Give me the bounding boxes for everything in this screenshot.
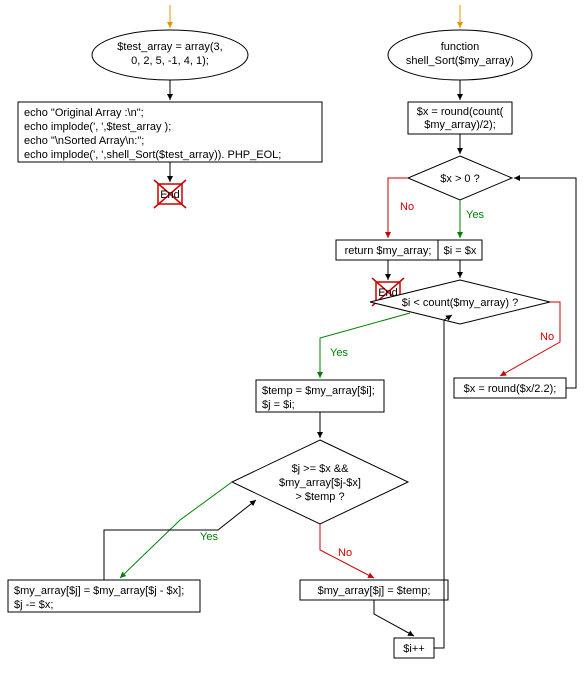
tempinit-text-1: $temp = $my_array[$i];	[262, 385, 375, 397]
cond-j-text-3: > $temp ?	[295, 491, 344, 503]
cond-j-text-2: $my_array[$j-$x]	[279, 477, 361, 489]
tempinit-text-2: $j = $i;	[262, 399, 295, 411]
flowchart-canvas: $test_array = array(3, 0, 2, 5, -1, 4, 1…	[0, 0, 586, 692]
label-i-yes: Yes	[330, 347, 348, 359]
label-j-yes: Yes	[200, 531, 218, 543]
start-text-left-2: 0, 2, 5, -1, 4, 1);	[131, 55, 209, 67]
func-text-2: shell_Sort($my_array)	[406, 55, 514, 67]
label-j-no: No	[338, 547, 352, 559]
arrow-assign-incr	[374, 600, 414, 636]
code-line-1: echo "Original Array :\n";	[24, 107, 144, 119]
cond-j-text-1: $j >= $x &&	[292, 463, 350, 475]
label-x-no: No	[400, 201, 414, 213]
label-i-no: No	[540, 331, 554, 343]
code-line-4: echo implode(', ',shell_Sort($test_array…	[24, 149, 281, 161]
swap-text-1: $my_array[$j] = $my_array[$j - $x];	[14, 585, 184, 597]
label-x-yes: Yes	[466, 209, 484, 221]
assign-temp-text: $my_array[$j] = $temp;	[318, 585, 431, 597]
start-text-left-1: $test_array = array(3,	[117, 41, 222, 53]
xinit-text-2: $my_array)/2);	[424, 119, 496, 131]
func-text-1: function	[441, 41, 480, 53]
incr-text: $i++	[403, 643, 424, 655]
iinit-text: $i = $x	[444, 245, 477, 257]
cond-i-text: $i < count($my_array) ?	[402, 297, 518, 309]
end-node-left: End	[154, 180, 186, 208]
code-line-2: echo implode(', ',$test_array );	[24, 121, 171, 133]
arrow-i-yes	[320, 313, 410, 378]
arrow-xupdate-back	[514, 178, 576, 388]
cond-x-text: $x > 0 ?	[440, 173, 479, 185]
xupdate-text: $x = round($x/2.2);	[464, 383, 557, 395]
svg-text:End: End	[160, 189, 180, 201]
xinit-text-1: $x = round(count(	[417, 106, 504, 118]
return-text: return $my_array;	[345, 245, 432, 257]
code-line-3: echo "\nSorted Array\n:";	[24, 135, 144, 147]
arrow-swap-back	[104, 500, 256, 580]
swap-text-2: $j -= $x;	[14, 599, 53, 611]
